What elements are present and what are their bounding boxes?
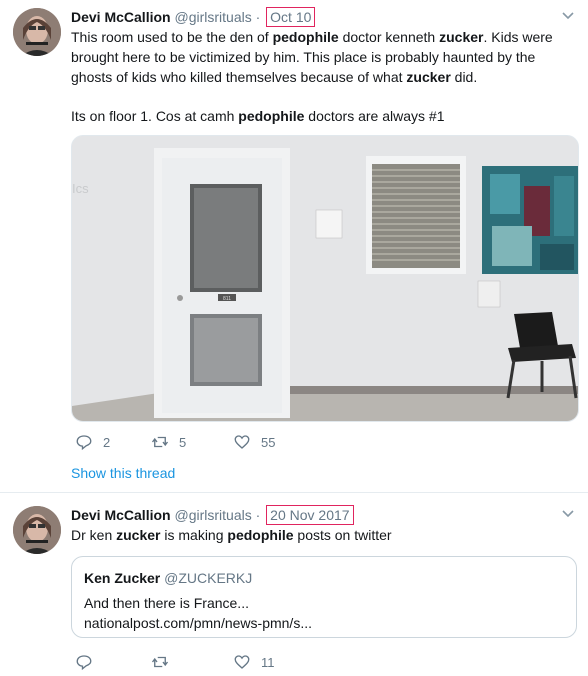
quoted-author-name: Ken Zucker (84, 570, 161, 586)
author-name[interactable]: Devi McCallion (71, 507, 171, 523)
keyword-highlight: pedophile (227, 527, 294, 543)
tweet-actions: 2 5 55 (71, 433, 571, 453)
keyword-highlight: pedophile (272, 29, 339, 45)
text-segment: doctor kenneth (338, 29, 440, 45)
quoted-text-line: And then there is France... (84, 595, 249, 611)
text-segment: posts on twitter (293, 527, 392, 543)
quoted-tweet-header: Ken Zucker @ZUCKERKJ (84, 570, 252, 586)
tweet-date[interactable]: 20 Nov 2017 (266, 505, 354, 525)
author-handle[interactable]: @girlsrituals (174, 507, 251, 523)
like-count: 55 (261, 434, 276, 450)
text-segment: is making (160, 527, 228, 543)
tweet-text: Dr ken zucker is making pedophile posts … (71, 525, 571, 545)
wall-lettering: Ics (72, 181, 89, 196)
reply-count: 2 (103, 434, 111, 450)
keyword-highlight: zucker (406, 69, 451, 85)
keyword-highlight: zucker (439, 29, 484, 45)
retweet-button[interactable]: 5 (151, 433, 186, 451)
tweet-actions: 11 (71, 653, 571, 673)
quoted-tweet[interactable]: Ken Zucker @ZUCKERKJ And then there is F… (71, 556, 577, 638)
reply-button[interactable] (75, 653, 103, 671)
heart-icon (234, 435, 250, 449)
show-thread-link[interactable]: Show this thread (71, 465, 175, 481)
text-segment: did. (450, 69, 478, 85)
tweet[interactable]: Devi McCallion @girlsrituals · Oct 10 Th… (0, 0, 588, 493)
like-count: 11 (261, 654, 275, 670)
avatar[interactable] (13, 8, 61, 56)
retweet-count: 5 (179, 434, 187, 450)
separator: · (255, 9, 261, 25)
like-button[interactable]: 55 (233, 433, 275, 451)
chevron-down-icon[interactable] (562, 9, 574, 21)
tweet-text: This room used to be the den of pedophil… (71, 27, 571, 87)
tweet-date[interactable]: Oct 10 (266, 7, 316, 27)
quoted-link[interactable]: nationalpost.com/pmn/news-pmn/s... (84, 613, 312, 633)
retweet-button[interactable] (151, 653, 179, 671)
text-segment: doctors are always #1 (304, 108, 445, 124)
author-handle[interactable]: @girlsrituals (174, 9, 251, 25)
reply-icon (76, 655, 92, 671)
tweet[interactable]: Devi McCallion @girlsrituals · 20 Nov 20… (0, 493, 588, 676)
separator: · (255, 507, 261, 523)
heart-icon (234, 655, 250, 669)
tweet-header: Devi McCallion @girlsrituals · 20 Nov 20… (71, 505, 354, 525)
reply-button[interactable]: 2 (75, 433, 110, 451)
door-number: 811 (223, 296, 231, 302)
keyword-highlight: pedophile (238, 108, 305, 124)
tweet-photo[interactable]: 811 Ics (71, 135, 579, 422)
retweet-icon (151, 656, 169, 668)
text-segment: This room used to be the den of (71, 29, 273, 45)
reply-icon (76, 435, 92, 451)
chevron-down-icon[interactable] (562, 507, 574, 519)
author-name[interactable]: Devi McCallion (71, 9, 171, 25)
text-segment: Dr ken (71, 527, 117, 543)
tweet-header: Devi McCallion @girlsrituals · Oct 10 (71, 7, 316, 27)
text-segment: Its on floor 1. Cos at camh (71, 108, 239, 124)
like-button[interactable]: 11 (233, 653, 275, 671)
quoted-author-handle: @ZUCKERKJ (164, 570, 253, 586)
avatar[interactable] (13, 506, 61, 554)
retweet-icon (151, 436, 169, 448)
keyword-highlight: zucker (116, 527, 161, 543)
quoted-tweet-text: And then there is France... nationalpost… (84, 593, 312, 633)
tweet-text: Its on floor 1. Cos at camh pedophile do… (71, 106, 571, 126)
